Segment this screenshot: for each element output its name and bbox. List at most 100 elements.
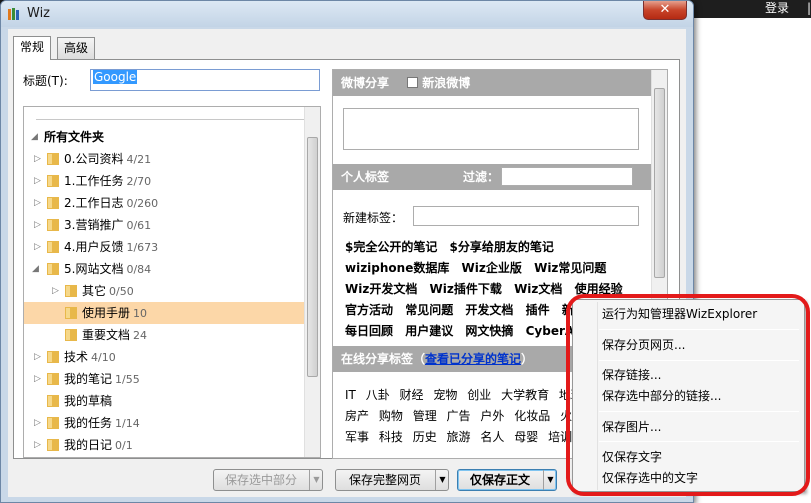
tag[interactable]: 常见问题 xyxy=(405,303,453,317)
tag[interactable]: Wiz常见问题 xyxy=(534,261,606,275)
tag[interactable]: 插件 xyxy=(526,303,550,317)
menu-item-save-image[interactable]: 保存图片... xyxy=(602,418,661,436)
expand-arrow-icon[interactable]: ▷ xyxy=(34,412,44,434)
tag[interactable]: 使用经验 xyxy=(575,282,623,296)
tree-item[interactable]: ▷ 4.用户反馈 1/673 xyxy=(24,236,306,258)
tag[interactable]: $完全公开的笔记 xyxy=(345,240,437,254)
tree-item-selected[interactable]: 使用手册 10 xyxy=(24,302,306,324)
expand-arrow-icon[interactable]: ▷ xyxy=(34,346,44,368)
tree-item[interactable]: ▷ 1.工作任务 2/70 xyxy=(24,170,306,192)
tag[interactable]: 每日回顾 xyxy=(345,324,393,338)
new-tag-input[interactable] xyxy=(413,206,639,226)
menu-gutter xyxy=(597,302,598,490)
tree-item[interactable]: ▷ 我的任务 1/14 xyxy=(24,412,306,434)
background-topbar: 登录 | xyxy=(693,0,811,18)
tree-item[interactable]: 重要文档 24 xyxy=(24,324,306,346)
tag[interactable]: 宠物 xyxy=(433,388,457,402)
tag[interactable]: 历史 xyxy=(413,430,437,444)
tree-root[interactable]: ◢ 所有文件夹 xyxy=(24,126,306,148)
tag[interactable]: 名人 xyxy=(480,430,504,444)
tree-scrollbar-thumb[interactable] xyxy=(307,137,318,377)
close-button[interactable]: ✕ xyxy=(643,1,687,20)
tab-advanced[interactable]: 高级 xyxy=(57,37,96,59)
save-full-page-button[interactable]: 保存完整网页 ▼ xyxy=(335,469,449,491)
tag[interactable]: 房产 xyxy=(345,409,369,423)
tag[interactable]: 旅游 xyxy=(447,430,471,444)
tag[interactable]: 管理 xyxy=(413,409,437,423)
expand-arrow-icon[interactable]: ▷ xyxy=(52,280,62,302)
tag[interactable]: Wiz企业版 xyxy=(462,261,522,275)
menu-separator xyxy=(599,441,799,442)
tag[interactable]: 官方活动 xyxy=(345,303,393,317)
expand-arrow-icon[interactable]: ▷ xyxy=(34,368,44,390)
view-shared-notes-link[interactable]: 查看已分享的笔记 xyxy=(425,352,521,366)
tree-item[interactable]: ▷ 其它 0/50 xyxy=(24,280,306,302)
expand-arrow-icon[interactable]: ▷ xyxy=(34,170,44,192)
tag[interactable]: wiziphone数据库 xyxy=(345,261,449,275)
tree-item-name: 我的笔记 xyxy=(64,372,113,386)
expand-arrow-icon[interactable]: ▷ xyxy=(34,214,44,236)
tag[interactable]: Wiz插件下载 xyxy=(430,282,502,296)
tree-item-name: 1.工作任务 xyxy=(64,174,124,188)
sina-weibo-checkbox[interactable] xyxy=(407,77,419,88)
save-partial-button[interactable]: 保存选中部分 ▼ xyxy=(213,469,323,491)
tag[interactable]: Wiz文档 xyxy=(514,282,562,296)
tag[interactable]: 网文快摘 xyxy=(465,324,513,338)
tag[interactable]: 大学教育 xyxy=(501,388,549,402)
chevron-down-icon[interactable]: ▼ xyxy=(309,470,323,490)
menu-item-save-selected-links[interactable]: 保存选中部分的链接... xyxy=(602,387,721,405)
tag[interactable]: 化妆品 xyxy=(514,409,550,423)
login-link[interactable]: 登录 xyxy=(765,0,789,16)
tag[interactable]: $分享给朋友的笔记 xyxy=(450,240,554,254)
tag[interactable]: 开发文档 xyxy=(465,303,513,317)
tag[interactable]: 用户建议 xyxy=(405,324,453,338)
tree-item[interactable]: ▷ 我的日记 0/1 xyxy=(24,434,306,456)
tree-item[interactable]: 我的草稿 xyxy=(24,390,306,412)
menu-item-save-link[interactable]: 保存链接... xyxy=(602,366,661,384)
tag[interactable]: 财经 xyxy=(400,388,424,402)
tab-normal[interactable]: 常规 xyxy=(13,36,52,60)
weibo-text-area[interactable] xyxy=(343,108,639,150)
tag[interactable]: 母婴 xyxy=(514,430,538,444)
title-bar[interactable]: Wiz ✕ xyxy=(1,1,693,27)
expand-arrow-icon[interactable]: ▷ xyxy=(34,434,44,456)
tag[interactable]: 购物 xyxy=(379,409,403,423)
tag[interactable]: Wiz开发文档 xyxy=(345,282,417,296)
menu-item-save-selected-text-only[interactable]: 仅保存选中的文字 xyxy=(602,469,698,487)
title-input[interactable]: Google xyxy=(90,69,320,91)
expand-arrow-icon[interactable]: ▷ xyxy=(34,192,44,214)
tree-item-count: 0/61 xyxy=(126,219,152,232)
chevron-down-icon[interactable]: ▼ xyxy=(435,470,449,490)
tree-scrollbar[interactable] xyxy=(304,107,320,457)
chevron-down-icon[interactable]: ▼ xyxy=(543,470,557,490)
filter-input[interactable] xyxy=(501,167,633,186)
tag[interactable]: 户外 xyxy=(480,409,504,423)
save-main-content-button[interactable]: 仅保存正文 ▼ xyxy=(457,469,557,491)
collapse-arrow-icon[interactable]: ◢ xyxy=(31,126,41,148)
tag[interactable]: 八卦 xyxy=(366,388,390,402)
folder-tree[interactable]: ◢ 所有文件夹 ▷ 0.公司资料 4/21 ▷ 1.工作任务 2/70 ▷ 2.… xyxy=(23,106,321,458)
tag[interactable]: 广告 xyxy=(447,409,471,423)
weibo-section-header: 微博分享 新浪微博 xyxy=(333,70,653,96)
personal-tags-header: 个人标签 过滤： xyxy=(333,164,653,190)
tag[interactable]: IT xyxy=(345,388,356,402)
tree-item[interactable]: ◢ 5.网站文档 0/84 xyxy=(24,258,306,280)
menu-item-save-paged-webpage[interactable]: 保存分页网页... xyxy=(602,336,685,354)
tree-item[interactable]: ▷ 我的笔记 1/55 xyxy=(24,368,306,390)
tree-item[interactable]: ▷ 技术 4/10 xyxy=(24,346,306,368)
tags-scrollbar-thumb[interactable] xyxy=(654,88,665,278)
tag[interactable]: 科技 xyxy=(379,430,403,444)
menu-item-run-wizexplorer[interactable]: 运行为知管理器WizExplorer xyxy=(602,305,757,323)
expand-arrow-icon[interactable]: ▷ xyxy=(34,148,44,170)
collapse-arrow-icon[interactable]: ◢ xyxy=(32,258,42,280)
tag[interactable]: 军事 xyxy=(345,430,369,444)
tag[interactable]: 培训 xyxy=(548,430,572,444)
tree-item-name: 重要文档 xyxy=(82,328,131,342)
tree-item[interactable]: ▷ 2.工作日志 0/260 xyxy=(24,192,306,214)
expand-arrow-icon[interactable]: ▷ xyxy=(34,236,44,258)
menu-item-save-text-only[interactable]: 仅保存文字 xyxy=(602,448,662,466)
tree-item[interactable]: ▷ 3.营销推广 0/61 xyxy=(24,214,306,236)
folder-icon xyxy=(65,329,77,341)
tree-item[interactable]: ▷ 0.公司资料 4/21 xyxy=(24,148,306,170)
tag[interactable]: 创业 xyxy=(467,388,491,402)
